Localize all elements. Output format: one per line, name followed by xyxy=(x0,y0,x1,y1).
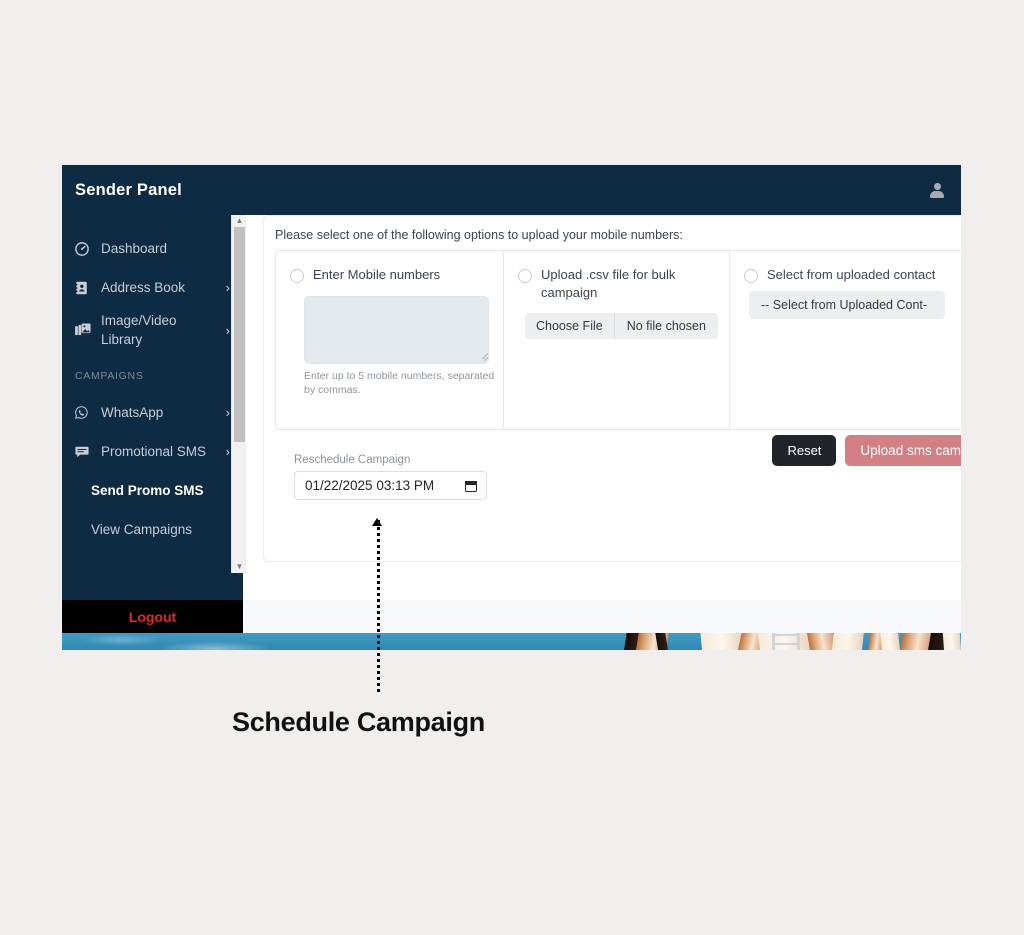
option-select-uploaded-contact: Select from uploaded contact -- Select f… xyxy=(730,251,961,429)
radio-label: Enter Mobile numbers xyxy=(313,267,441,282)
reschedule-datetime-input[interactable]: 01/22/2025 03:13 PM xyxy=(294,471,487,500)
sidebar-item-address-book[interactable]: Address Book › xyxy=(62,268,243,307)
user-icon[interactable] xyxy=(929,182,945,199)
option-enter-mobile-numbers: Enter Mobile numbers Enter up to 5 mobil… xyxy=(276,251,504,429)
file-chosen-label: No file chosen xyxy=(626,319,706,333)
sidebar-item-label: Send Promo SMS xyxy=(91,483,204,498)
main-content: Please select one of the following optio… xyxy=(246,215,961,600)
option-upload-csv: Upload .csv file for bulk campaign Choos… xyxy=(504,251,730,429)
wall-panel xyxy=(942,633,961,650)
sidebar-item-label: WhatsApp xyxy=(101,405,164,420)
sidebar-item-dashboard[interactable]: Dashboard xyxy=(62,229,243,268)
whatsapp-icon xyxy=(75,406,92,419)
choose-file-button[interactable]: Choose File xyxy=(525,313,615,339)
sidebar-item-promotional-sms[interactable]: Promotional SMS › xyxy=(62,432,243,471)
page-title: Sender Panel xyxy=(75,180,182,199)
radio-label: Upload .csv file for bulk campaign xyxy=(541,267,676,300)
sidebar-section-campaigns: CAMPAIGNS xyxy=(75,370,144,382)
app-header: Sender Panel xyxy=(62,165,961,215)
upload-sms-campaign-button[interactable]: Upload sms campaign xyxy=(845,435,961,466)
radio-label: Select from uploaded contact xyxy=(767,267,936,282)
ladder xyxy=(772,633,800,650)
sidebar-item-label: Dashboard xyxy=(101,241,168,256)
sidebar-scrollbar[interactable]: ▲ ▼ xyxy=(231,215,246,573)
footer-strip xyxy=(243,600,961,633)
mobile-numbers-input[interactable] xyxy=(304,296,489,364)
reschedule-campaign-group: Reschedule Campaign 01/22/2025 03:13 PM xyxy=(294,454,487,500)
chevron-right-icon: › xyxy=(225,444,230,459)
upload-campaign-card: Please select one of the following optio… xyxy=(263,215,961,562)
reset-button[interactable]: Reset xyxy=(772,435,837,466)
sidebar-item-label: View Campaigns xyxy=(91,522,193,537)
annotation-label: Schedule Campaign xyxy=(232,707,485,737)
sidebar-item-label: Address Book xyxy=(101,280,186,295)
instruction-text: Please select one of the following optio… xyxy=(275,228,683,242)
sidebar: Dashboard Address Book › Image/Video Lib… xyxy=(62,215,243,600)
cloud-shape xyxy=(157,641,272,650)
logout-label: Logout xyxy=(128,608,177,625)
radio-button-icon[interactable] xyxy=(518,269,532,283)
sidebar-item-label: Image/Video Library xyxy=(101,313,177,347)
scroll-up-arrow-icon[interactable]: ▲ xyxy=(232,215,247,227)
radio-button-icon[interactable] xyxy=(744,269,758,283)
datetime-value: 01/22/2025 03:13 PM xyxy=(305,478,435,493)
scroll-down-arrow-icon[interactable]: ▼ xyxy=(232,561,247,573)
annotation-arrow-line xyxy=(377,520,384,692)
chat-bubble-icon xyxy=(75,446,92,458)
speedometer-icon xyxy=(75,241,92,256)
wall-panel xyxy=(829,633,865,650)
scrollbar-thumb[interactable] xyxy=(234,227,245,442)
mobile-numbers-help-text: Enter up to 5 mobile numbers, separated … xyxy=(304,370,495,396)
upload-options-row: Enter Mobile numbers Enter up to 5 mobil… xyxy=(275,250,961,430)
radio-option-enter-numbers[interactable]: Enter Mobile numbers xyxy=(290,266,489,284)
actions-row: Reset Upload sms campaign xyxy=(772,435,961,466)
reschedule-campaign-label: Reschedule Campaign xyxy=(294,454,411,466)
radio-option-upload-csv[interactable]: Upload .csv file for bulk campaign xyxy=(518,266,715,302)
sidebar-item-view-campaigns[interactable]: View Campaigns xyxy=(62,510,243,549)
cloud-shape xyxy=(82,634,162,646)
calendar-icon[interactable] xyxy=(465,479,477,492)
logout-button[interactable]: Logout xyxy=(62,600,243,633)
sidebar-item-image-video-library[interactable]: Image/Video Library › xyxy=(62,307,243,353)
radio-option-uploaded-contact[interactable]: Select from uploaded contact xyxy=(744,266,961,284)
photo-library-icon xyxy=(75,323,92,337)
app-window: Sender Panel Dashboard Address Book › Im… xyxy=(62,165,961,650)
chevron-right-icon: › xyxy=(225,322,230,338)
banner-photo xyxy=(62,633,961,650)
sidebar-item-whatsapp[interactable]: WhatsApp › xyxy=(62,393,243,432)
app-body: Dashboard Address Book › Image/Video Lib… xyxy=(62,215,961,650)
radio-button-icon[interactable] xyxy=(290,269,304,283)
csv-file-input[interactable]: Choose File No file chosen xyxy=(525,313,718,339)
address-book-icon xyxy=(75,281,92,295)
sidebar-item-label: Promotional SMS xyxy=(101,444,207,459)
chevron-right-icon: › xyxy=(225,405,230,420)
sidebar-item-send-promo-sms[interactable]: Send Promo SMS xyxy=(62,471,243,510)
uploaded-contact-select[interactable]: -- Select from Uploaded Cont- xyxy=(749,291,945,319)
chevron-right-icon: › xyxy=(225,280,230,295)
